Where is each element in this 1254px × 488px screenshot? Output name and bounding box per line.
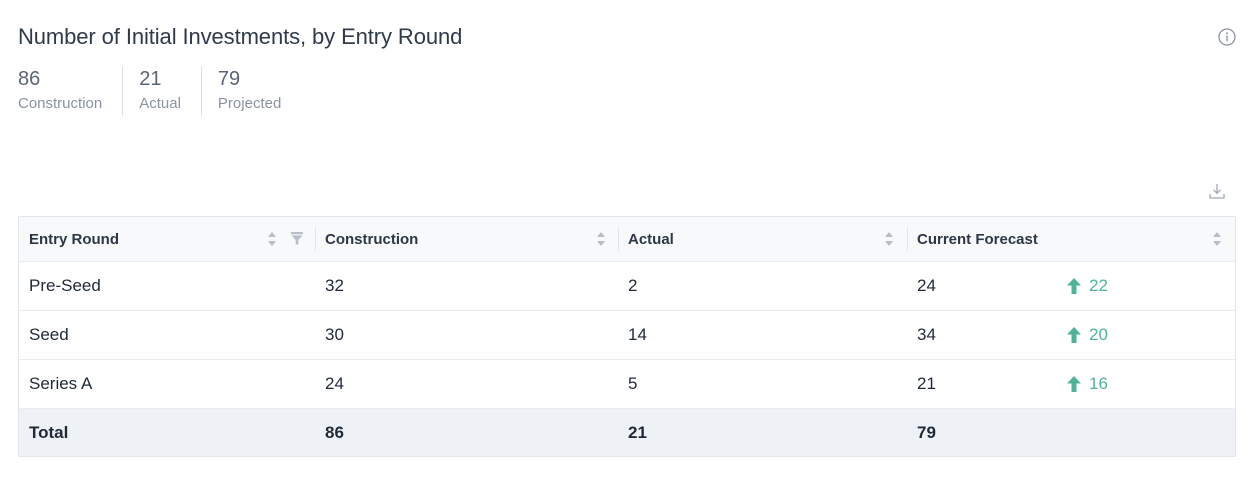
forecast-delta: 20 <box>1067 325 1108 345</box>
delta-value: 22 <box>1089 276 1108 295</box>
arrow-up-icon <box>1067 327 1081 343</box>
stat-value: 21 <box>139 68 162 90</box>
stat-construction: 86 Construction <box>18 66 122 116</box>
cell-forecast: 34 20 <box>907 311 1235 359</box>
forecast-value: 21 <box>917 374 936 393</box>
arrow-up-icon <box>1067 376 1081 392</box>
sort-icon[interactable] <box>1212 231 1222 247</box>
stat-label: Actual <box>139 95 181 112</box>
cell-entry-round: Series A <box>29 374 93 393</box>
forecast-delta: 16 <box>1067 374 1108 394</box>
summary-stats: 86 Construction 21 Actual 79 Projected <box>18 66 301 116</box>
cell-forecast: 21 16 <box>907 360 1235 408</box>
cell-entry-round: Pre-Seed <box>29 276 101 295</box>
sort-icon[interactable] <box>884 231 894 247</box>
cell-construction: 30 <box>325 325 344 344</box>
column-header-label: Construction <box>325 230 419 248</box>
column-header-label: Actual <box>628 230 674 248</box>
info-icon[interactable] <box>1218 28 1236 46</box>
table-row[interactable]: Seed 30 14 34 20 <box>19 310 1235 359</box>
stat-label: Projected <box>217 95 282 112</box>
cell-construction: 24 <box>325 374 344 393</box>
forecast-delta: 22 <box>1067 276 1108 296</box>
column-header-construction[interactable]: Construction <box>315 217 618 261</box>
sort-icon[interactable] <box>267 231 277 247</box>
column-header-label: Entry Round <box>29 230 119 248</box>
forecast-value: 24 <box>917 276 936 295</box>
stat-value: 79 <box>217 68 241 90</box>
column-header-actual[interactable]: Actual <box>618 217 907 261</box>
cell-actual: 14 <box>628 325 647 344</box>
table-total-row: Total 86 21 79 <box>19 408 1235 456</box>
stat-projected: 79 Projected <box>200 66 301 116</box>
cell-construction: 32 <box>325 276 344 295</box>
stat-label: Construction <box>18 95 103 112</box>
filter-icon[interactable] <box>291 232 303 245</box>
forecast-value: 34 <box>917 325 936 344</box>
cell-forecast: 24 22 <box>907 262 1235 310</box>
investments-table: Entry Round Construction Actual Current … <box>18 216 1236 457</box>
table-row[interactable]: Series A 24 5 21 16 <box>19 359 1235 408</box>
sort-icon[interactable] <box>596 231 606 247</box>
column-header-entry-round[interactable]: Entry Round <box>19 217 315 261</box>
total-actual: 21 <box>628 422 647 442</box>
cell-entry-round: Seed <box>29 325 69 344</box>
stat-value: 86 <box>18 68 41 90</box>
total-label: Total <box>29 422 69 442</box>
delta-value: 20 <box>1089 325 1108 344</box>
cell-actual: 5 <box>628 374 638 393</box>
stat-actual: 21 Actual <box>122 66 201 116</box>
widget-title: Number of Initial Investments, by Entry … <box>18 24 463 49</box>
arrow-up-icon <box>1067 278 1081 294</box>
table-header-row: Entry Round Construction Actual Current … <box>19 217 1235 261</box>
total-construction: 86 <box>325 422 344 442</box>
delta-value: 16 <box>1089 374 1108 393</box>
table-row[interactable]: Pre-Seed 32 2 24 22 <box>19 261 1235 310</box>
download-icon[interactable] <box>1208 182 1226 200</box>
total-forecast: 79 <box>917 422 936 442</box>
cell-actual: 2 <box>628 276 638 295</box>
column-header-label: Current Forecast <box>917 230 1038 248</box>
column-header-current-forecast[interactable]: Current Forecast <box>907 217 1235 261</box>
